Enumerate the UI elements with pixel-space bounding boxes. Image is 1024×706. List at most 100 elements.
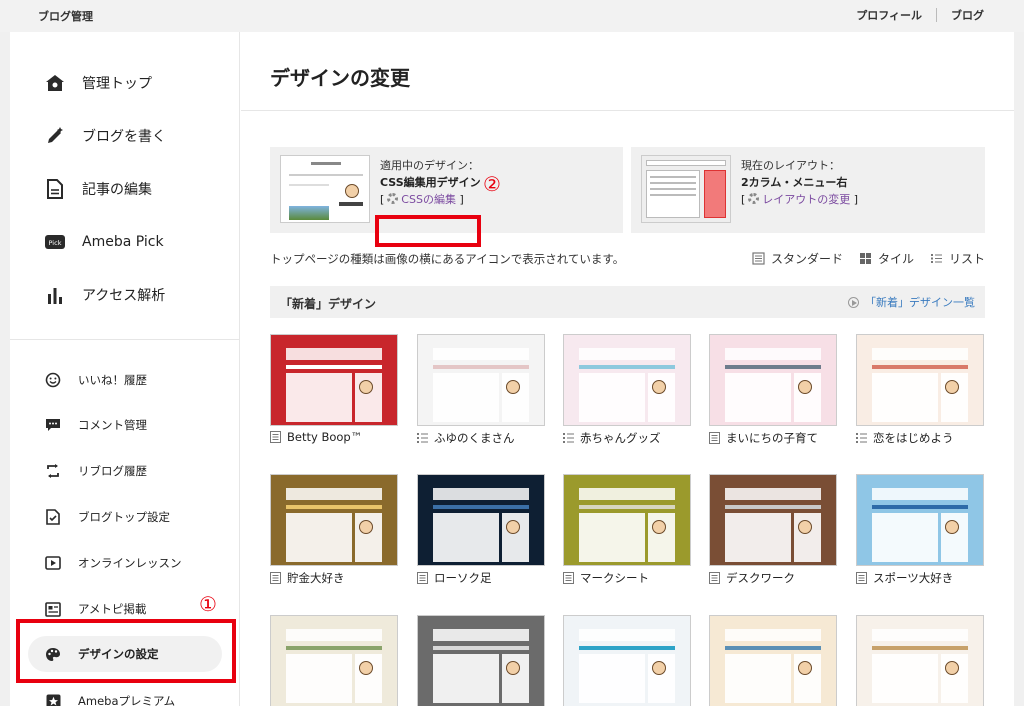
design-thumbnail[interactable]	[270, 334, 398, 426]
design-thumbnail[interactable]	[563, 334, 691, 426]
design-thumbnail[interactable]	[417, 474, 545, 566]
design-name: ふゆのくまさん	[434, 431, 515, 445]
annotation-number-1: ①	[199, 592, 217, 616]
sidebar-item-ameba-pick[interactable]: Pick Ameba Pick	[44, 227, 164, 257]
design-tile[interactable]: デスクワーク	[709, 474, 837, 586]
design-thumbnail[interactable]	[270, 615, 398, 706]
design-thumbnail[interactable]	[709, 615, 837, 706]
current-design-name: CSS編集用デザイン	[380, 176, 481, 189]
design-tile[interactable]: 恋をはじめよう	[856, 334, 984, 446]
design-thumbnail[interactable]	[417, 334, 545, 426]
preview-body	[286, 372, 352, 423]
standard-icon	[709, 572, 720, 584]
design-thumbnail[interactable]	[563, 615, 691, 706]
preview-nav	[579, 645, 675, 651]
preview-head	[579, 487, 675, 501]
preview-body	[433, 512, 499, 563]
preview-nav	[579, 504, 675, 510]
gear-icon	[387, 193, 399, 204]
design-thumbnail[interactable]	[270, 474, 398, 566]
standard-icon	[856, 572, 867, 584]
design-thumbnail[interactable]	[856, 615, 984, 706]
sidebar-item-label: アメトピ掲載	[78, 602, 147, 616]
layout-thumbnail	[641, 155, 731, 223]
sidebar-item-ametopi[interactable]: アメトピ掲載	[44, 597, 146, 621]
view-tile[interactable]: タイル	[859, 250, 914, 267]
sidebar-item-label: ブログトップ設定	[78, 510, 170, 524]
design-name: 恋をはじめよう	[873, 431, 954, 445]
preview-head	[286, 487, 382, 501]
bar-chart-icon	[44, 284, 66, 306]
view-legend: スタンダード タイル リスト	[736, 250, 985, 267]
design-tile[interactable]: まいにちの子育て	[709, 334, 837, 446]
list-icon	[930, 254, 942, 263]
layout-change-link[interactable]: レイアウトの変更	[762, 193, 850, 206]
sidebar-item-label: リブログ履歴	[78, 464, 147, 478]
design-tile[interactable]	[563, 615, 691, 706]
preview-nav	[433, 645, 529, 651]
preview-body	[433, 653, 499, 704]
sidebar-item-ameba-premium[interactable]: Amebaプレミアム	[44, 689, 175, 706]
preview-nav	[433, 504, 529, 510]
design-caption: 恋をはじめよう	[856, 430, 984, 446]
design-name: スポーツ大好き	[873, 571, 954, 585]
preview-body	[579, 372, 645, 423]
bracket-open: [	[380, 193, 385, 206]
design-tile[interactable]: ふゆのくまさん	[417, 334, 545, 446]
design-caption: スポーツ大好き	[856, 570, 984, 586]
design-tile[interactable]	[270, 615, 398, 706]
sidebar-item-likes-history[interactable]: いいね！履歴	[44, 368, 147, 392]
css-edit-link[interactable]: CSSの編集	[401, 193, 456, 206]
sidebar-item-online-lesson[interactable]: オンラインレッスン	[44, 551, 182, 575]
sidebar-item-access-analysis[interactable]: アクセス解析	[44, 280, 165, 310]
view-label: リスト	[948, 252, 985, 266]
blog-link[interactable]: ブログ	[951, 7, 984, 23]
view-list[interactable]: リスト	[930, 250, 985, 267]
design-tile[interactable]: ローソク足	[417, 474, 545, 586]
design-tile[interactable]: 赤ちゃんグッズ	[563, 334, 691, 446]
preview-head	[433, 487, 529, 501]
sidebar-item-admin-top[interactable]: 管理トップ	[44, 68, 152, 98]
design-thumbnail[interactable]	[417, 615, 545, 706]
sidebar-item-blog-top-settings[interactable]: ブログトップ設定	[44, 505, 170, 529]
new-designs-header: 「新着」デザイン 「新着」デザイン一覧	[270, 286, 985, 318]
design-thumbnail[interactable]	[856, 474, 984, 566]
new-designs-list-link[interactable]: 「新着」デザイン一覧	[848, 294, 975, 310]
design-tile[interactable]: スポーツ大好き	[856, 474, 984, 586]
sidebar-item-edit-articles[interactable]: 記事の編集	[44, 174, 152, 204]
current-design-info: 適用中のデザイン： CSS編集用デザイン [CSSの編集 ]	[380, 157, 481, 208]
design-thumbnail[interactable]	[709, 334, 837, 426]
title-divider	[241, 110, 1014, 111]
design-tile[interactable]	[856, 615, 984, 706]
preview-nav	[725, 645, 821, 651]
app-title: ブログ管理	[38, 10, 93, 23]
section-title: 「新着」デザイン	[280, 297, 377, 311]
tile-icon	[859, 253, 871, 264]
design-tile[interactable]	[709, 615, 837, 706]
preview-head	[433, 347, 529, 361]
preview-body	[579, 653, 645, 704]
design-caption: 赤ちゃんグッズ	[563, 430, 691, 446]
list-icon	[856, 433, 867, 443]
view-standard[interactable]: スタンダード	[752, 250, 843, 267]
preview-body	[872, 512, 938, 563]
sidebar-item-write-blog[interactable]: ブログを書く	[44, 121, 166, 151]
main-content: デザインの変更 適用中のデザイン： CSS編集用デザイン [CSSの編集 ] 現…	[241, 32, 1014, 706]
design-thumbnail[interactable]	[709, 474, 837, 566]
sidebar-item-label: 記事の編集	[82, 182, 152, 198]
sidebar-item-reblog-history[interactable]: リブログ履歴	[44, 459, 147, 483]
preview-body	[872, 372, 938, 423]
design-thumbnail[interactable]	[856, 334, 984, 426]
design-tile[interactable]: マークシート	[563, 474, 691, 586]
design-tile[interactable]	[417, 615, 545, 706]
sidebar-item-comments[interactable]: コメント管理	[44, 413, 147, 437]
standard-icon	[270, 431, 281, 443]
preview-nav	[286, 645, 382, 651]
design-thumbnail[interactable]	[563, 474, 691, 566]
home-icon	[44, 72, 66, 94]
design-tile[interactable]: Betty Boop™	[270, 334, 398, 444]
design-caption: ローソク足	[417, 570, 545, 586]
more-link-label: 「新着」デザイン一覧	[865, 296, 975, 309]
design-tile[interactable]: 貯金大好き	[270, 474, 398, 586]
profile-link[interactable]: プロフィール	[856, 7, 922, 23]
